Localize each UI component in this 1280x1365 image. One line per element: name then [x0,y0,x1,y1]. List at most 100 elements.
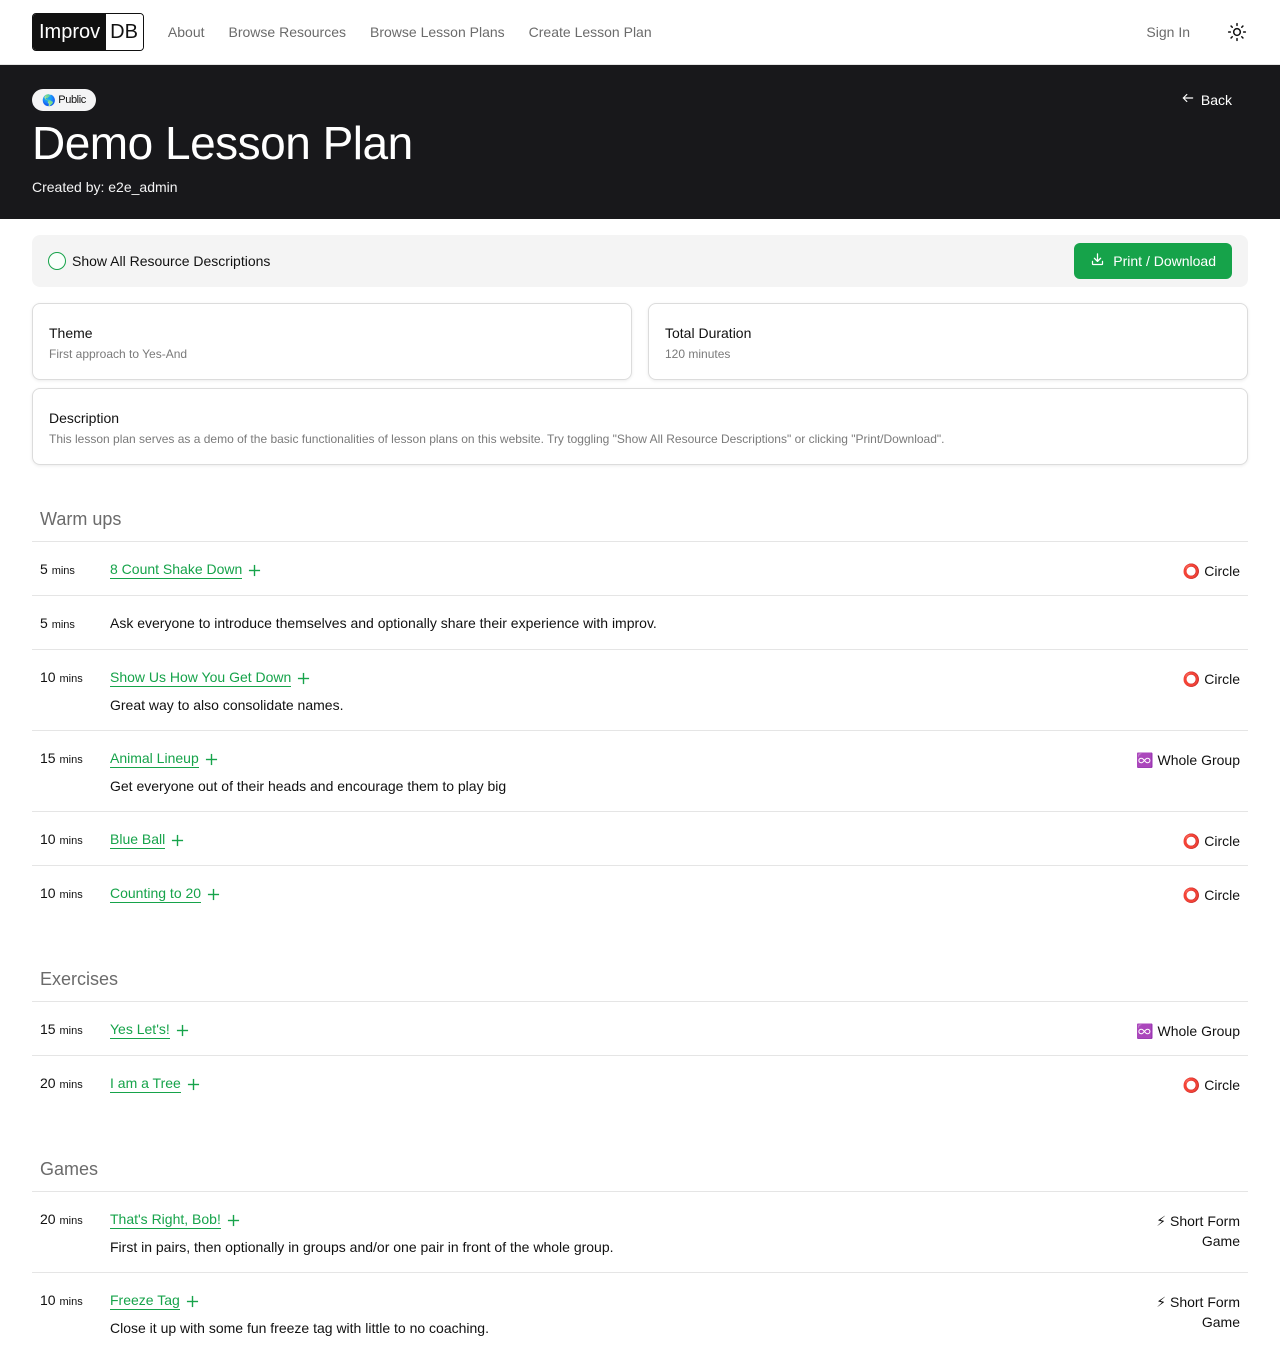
group-type-icon: ⭕ [1182,671,1201,687]
globe-icon: 🌎 [42,94,56,107]
lesson-item-row: 5 mins 8 Count Shake Down ⭕ Circle [32,541,1248,595]
item-body: Freeze Tag Close it up with some fun free… [110,1273,1130,1353]
resource-link[interactable]: I am a Tree [110,1075,181,1093]
plus-icon[interactable] [171,834,184,847]
resource-link[interactable]: Counting to 20 [110,885,202,903]
plus-icon[interactable] [186,1295,199,1308]
duration-value: 10 [40,831,56,847]
resource-link[interactable]: 8 Count Shake Down [110,561,243,579]
item-note: Close it up with some fun freeze tag wit… [110,1320,489,1336]
group-type-tag: ⭕ Circle [1183,1056,1240,1109]
arrow-left-icon [1181,91,1195,108]
plus-icon[interactable] [248,564,261,577]
duration-value: 5 [40,561,48,577]
lesson-sections: Warm ups 5 mins 8 Count Shake Down ⭕ Circle… [0,507,1280,1353]
back-button[interactable]: Back [1181,91,1232,108]
group-type-icon: ⚡ [1156,1294,1167,1310]
duration-card: Total Duration 120 minutes [648,303,1248,380]
group-type-tag: ⭕ Circle [1183,650,1240,730]
resource-link[interactable]: Freeze Tag [110,1292,180,1310]
item-body: Animal Lineup Get everyone out of their h… [110,731,1136,811]
duration-unit: mins [59,1079,83,1091]
print-download-button[interactable]: Print / Download [1074,243,1232,279]
item-body: 8 Count Shake Down [110,542,1183,595]
plus-icon[interactable] [187,1078,200,1091]
section-title: Games [40,1159,99,1179]
duration-unit: mins [51,619,75,631]
duration-value: 15 [40,750,56,766]
duration-unit: mins [59,1025,83,1037]
resource-link[interactable]: That's Right, Bob! [110,1211,221,1229]
item-duration: 15 mins [40,1002,110,1055]
duration-title: Total Duration [665,325,752,341]
group-type-label: Circle [1204,1077,1240,1093]
duration-unit: mins [51,565,75,577]
duration-value: 20 [40,1211,56,1227]
group-type-icon: ⭕ [1182,887,1201,903]
description-title: Description [49,410,120,426]
group-type-label: Short Form Game [1169,1294,1240,1330]
resource-link[interactable]: Yes Let's! [110,1021,170,1039]
item-body: That's Right, Bob! First in pairs, then o… [110,1192,1130,1272]
description-value: This lesson plan serves as a demo of the… [49,432,945,446]
plus-icon[interactable] [227,1214,240,1227]
nav-link-about[interactable]: About [168,24,205,40]
nav-link-browse-resources[interactable]: Browse Resources [229,24,347,40]
lesson-item-row: 20 mins That's Right, Bob! First in pairs,… [32,1191,1248,1272]
section-title: Exercises [40,969,119,989]
item-body: Blue Ball [110,812,1183,865]
group-type-tag: ⚡ Short Form Game [1130,1273,1240,1353]
duration-value: 20 [40,1075,56,1091]
group-type-label: Whole Group [1157,1023,1240,1039]
theme-title: Theme [49,325,93,341]
plus-icon[interactable] [207,888,220,901]
group-type-tag: ⚡ Short Form Game [1130,1192,1240,1272]
resource-link-group: Show Us How You Get Down [110,669,310,687]
resource-link[interactable]: Blue Ball [110,831,166,849]
nav-link-create-lesson-plan[interactable]: Create Lesson Plan [529,24,652,40]
plus-icon[interactable] [176,1024,189,1037]
logo-db: DB [106,14,143,50]
duration-unit: mins [59,835,83,847]
group-type-icon: ⚡ [1156,1213,1167,1229]
controls-bar: Show All Resource Descriptions Print / D… [32,235,1248,287]
duration-unit: mins [59,889,83,901]
section-title: Warm ups [40,509,122,529]
item-body: Show Us How You Get Down Great way to als… [110,650,1183,730]
plus-icon[interactable] [297,672,310,685]
group-type-label: Short Form Game [1169,1213,1240,1249]
resource-link-group: Blue Ball [110,831,184,849]
plus-icon[interactable] [205,753,218,766]
group-type-label: Circle [1204,887,1240,903]
resource-link[interactable]: Animal Lineup [110,750,199,768]
group-type-label: Whole Group [1157,752,1240,768]
group-type-icon: ⭕ [1182,1077,1201,1093]
group-type-label: Circle [1204,671,1240,687]
show-descriptions-label[interactable]: Show All Resource Descriptions [72,253,270,269]
lesson-item-row: 10 mins Counting to 20 ⭕ Circle [32,865,1248,919]
site-logo[interactable]: Improv DB [32,13,144,51]
duration-unit: mins [59,1215,83,1227]
item-duration: 10 mins [40,650,110,730]
info-cards: Theme First approach to Yes-And Total Du… [32,303,1248,380]
show-descriptions-toggle[interactable] [48,252,66,270]
item-duration: 10 mins [40,866,110,919]
group-type-tag: ⭕ Circle [1183,812,1240,865]
resource-link[interactable]: Show Us How You Get Down [110,669,292,687]
group-type-icon: ⭕ [1182,563,1201,579]
sun-icon[interactable] [1226,21,1248,43]
group-type-tag: ⭕ Circle [1183,542,1240,595]
group-type-icon: ♾️ [1136,1023,1154,1039]
duration-value: 10 [40,669,56,685]
top-navbar: Improv DB About Browse Resources Browse … [0,0,1280,65]
group-type-label: Circle [1204,833,1240,849]
duration-value: 120 minutes [665,347,731,361]
duration-value: 15 [40,1021,56,1037]
sign-in-link[interactable]: Sign In [1146,24,1190,40]
group-type-icon: ♾️ [1136,752,1154,768]
visibility-label: Public [58,94,86,106]
nav-link-browse-lesson-plans[interactable]: Browse Lesson Plans [370,24,505,40]
nav-links: About Browse Resources Browse Lesson Pla… [168,24,652,40]
item-duration: 20 mins [40,1192,110,1272]
print-download-label: Print / Download [1113,253,1216,269]
